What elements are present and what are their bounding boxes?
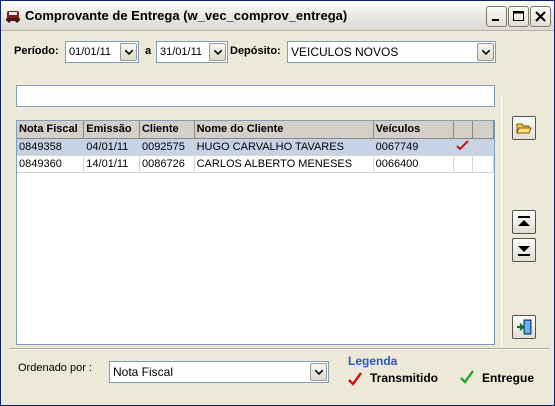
date-to-field[interactable]: 31/01/11: [156, 41, 228, 63]
minimize-button[interactable]: [486, 6, 507, 27]
cell-nota-fiscal: 0849360: [17, 155, 85, 173]
deposito-select[interactable]: VEICULOS NOVOS: [287, 41, 496, 63]
legend-entregue-label: Entregue: [482, 371, 535, 385]
sort-dropdown-button[interactable]: [310, 363, 327, 381]
cell-transmitido: [453, 138, 473, 156]
column-header-nota-fiscal[interactable]: Nota Fiscal: [17, 121, 85, 139]
sort-select[interactable]: Nota Fiscal: [109, 361, 329, 383]
cell-emissao: 14/01/11: [83, 155, 140, 173]
grid-header-row: Nota Fiscal Emissão Cliente Nome do Clie…: [17, 121, 494, 139]
sort-value: Nota Fiscal: [113, 365, 174, 379]
transmitido-check-icon: [348, 372, 362, 386]
cell-nota-fiscal: 0849358: [17, 138, 85, 156]
red-check-icon: [456, 140, 469, 151]
date-to-dropdown-button[interactable]: [209, 43, 226, 61]
chevron-down-icon: [214, 50, 222, 55]
legend-transmitido-label: Transmitido: [370, 371, 439, 385]
close-button[interactable]: [530, 6, 551, 27]
move-up-icon: [518, 216, 530, 226]
separator: [9, 348, 549, 350]
column-header-transmitido[interactable]: [453, 121, 473, 139]
chevron-down-icon: [482, 50, 490, 55]
folder-open-icon: [516, 123, 532, 134]
maximize-icon: [513, 11, 524, 21]
cell-cliente: 0086726: [139, 155, 195, 173]
cell-transmitido: [453, 155, 473, 173]
entregue-check-icon: [460, 370, 474, 384]
move-down-button[interactable]: [512, 238, 536, 262]
periodo-label: Período:: [14, 45, 59, 57]
move-down-icon: [518, 246, 530, 256]
deposito-label: Depósito:: [230, 45, 281, 57]
window-title: Comprovante de Entrega (w_vec_comprov_en…: [25, 8, 348, 23]
chevron-down-icon: [315, 370, 323, 375]
exit-door-icon: [517, 319, 532, 335]
close-icon: [535, 11, 546, 22]
cell-nome-cliente: CARLOS ALBERTO MENESES: [194, 155, 374, 173]
date-from-dropdown-button[interactable]: [120, 43, 137, 61]
column-header-cliente[interactable]: Cliente: [139, 121, 195, 139]
chevron-down-icon: [125, 50, 133, 55]
maximize-button[interactable]: [508, 6, 529, 27]
move-up-button[interactable]: [512, 210, 536, 234]
delivery-grid[interactable]: Nota Fiscal Emissão Cliente Nome do Clie…: [16, 120, 495, 345]
cell-cliente: 0092575: [139, 138, 195, 156]
column-header-veiculos[interactable]: Veículos: [373, 121, 454, 139]
deposito-dropdown-button[interactable]: [477, 43, 494, 61]
window: Comprovante de Entrega (w_vec_comprov_en…: [0, 0, 555, 406]
deposito-value: VEICULOS NOVOS: [291, 45, 399, 59]
cell-veiculos: 0066400: [373, 155, 454, 173]
column-header-emissao[interactable]: Emissão: [83, 121, 140, 139]
cell-emissao: 04/01/11: [83, 138, 140, 156]
car-icon: [5, 8, 21, 24]
cell-nome-cliente: HUGO CARVALHO TAVARES: [194, 138, 374, 156]
minimize-icon: [492, 19, 499, 21]
open-button[interactable]: [512, 116, 536, 140]
table-row[interactable]: 0849358 04/01/11 0092575 HUGO CARVALHO T…: [17, 138, 494, 156]
sort-label: Ordenado por :: [18, 362, 92, 374]
legend-title: Legenda: [348, 354, 398, 368]
search-input[interactable]: [16, 85, 495, 107]
title-bar[interactable]: Comprovante de Entrega (w_vec_comprov_en…: [1, 1, 554, 31]
exit-button[interactable]: [512, 315, 536, 339]
date-from-field[interactable]: 01/01/11: [65, 41, 139, 63]
column-header-nome-cliente[interactable]: Nome do Cliente: [194, 121, 374, 139]
date-to-value: 31/01/11: [160, 46, 203, 58]
a-label: a: [145, 45, 152, 57]
cell-entregue: [472, 138, 494, 156]
date-from-value: 01/01/11: [69, 46, 112, 58]
cell-entregue: [472, 155, 494, 173]
column-header-entregue[interactable]: [472, 121, 494, 139]
cell-veiculos: 0067749: [373, 138, 454, 156]
table-row[interactable]: 0849360 14/01/11 0086726 CARLOS ALBERTO …: [17, 155, 494, 173]
